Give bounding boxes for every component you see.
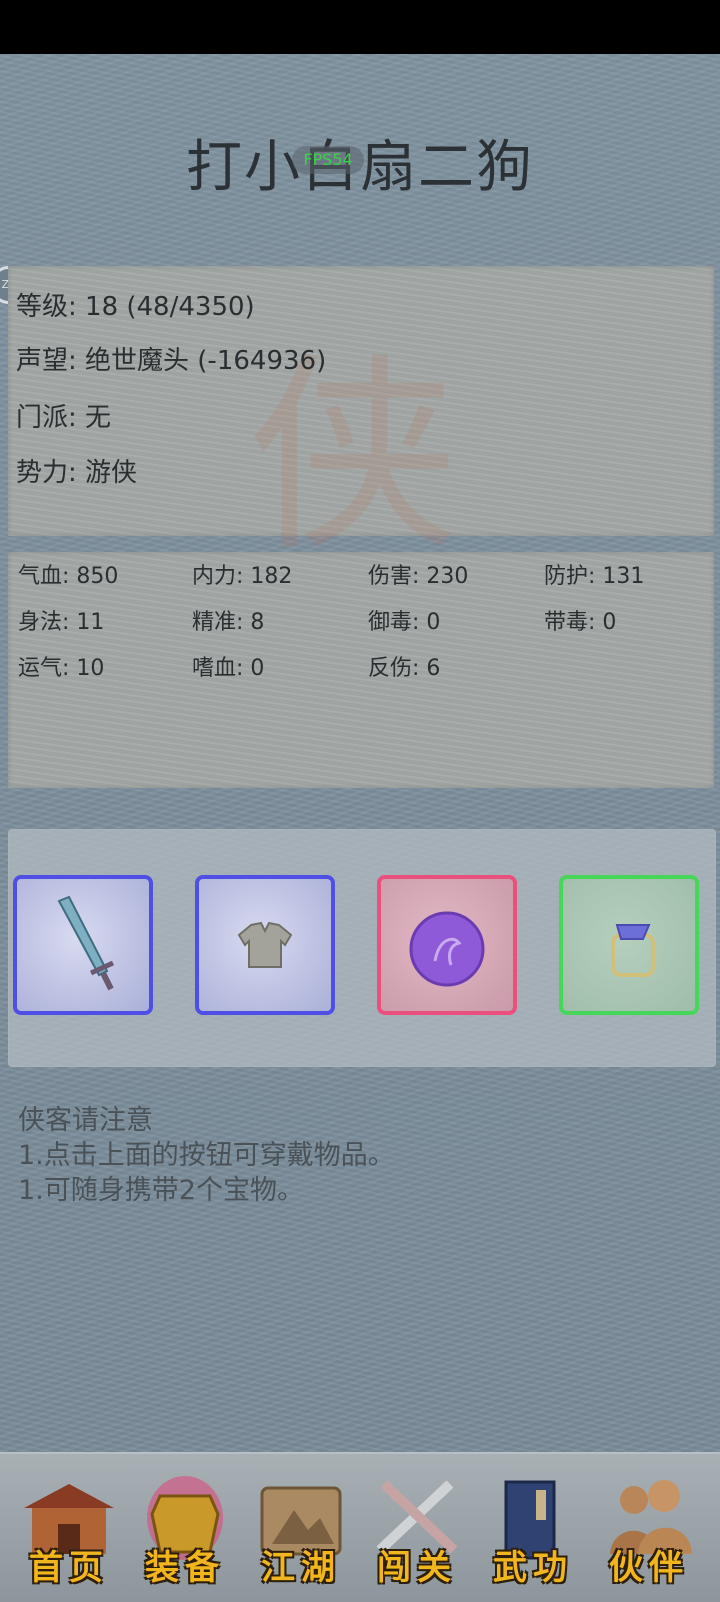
- notice-heading: 侠客请注意: [18, 1105, 153, 1136]
- nav-home[interactable]: 首页: [14, 1474, 124, 1592]
- reputation-text: 声望: 绝世魔头 (-164936): [16, 346, 327, 376]
- armor-icon: [237, 921, 293, 968]
- nav-jianghu[interactable]: 江湖: [246, 1474, 356, 1592]
- weapon-slot[interactable]: [13, 875, 153, 1015]
- nav-jianghu-label: 江湖: [261, 1548, 341, 1588]
- faction-text: 势力: 游侠: [16, 458, 138, 488]
- treasure-slot[interactable]: [377, 875, 517, 1015]
- nav-challenge[interactable]: 闯关: [362, 1474, 472, 1592]
- nav-martial-arts-label: 武功: [493, 1548, 573, 1588]
- nav-martial-arts[interactable]: 武功: [478, 1474, 588, 1592]
- nav-equipment-label: 装备: [145, 1548, 225, 1588]
- character-info-panel: 侠 等级: 18 (48/4350) 声望: 绝世魔头 (-164936) 门派…: [8, 266, 714, 579]
- stat-defense: 防护: 131: [544, 564, 645, 589]
- stat-agility: 身法: 11: [18, 610, 105, 635]
- sect-text: 门派: 无: [16, 403, 112, 433]
- armor-slot[interactable]: [195, 875, 335, 1015]
- nav-companions-label: 伙伴: [609, 1548, 689, 1588]
- stat-damage: 伤害: 230: [368, 564, 469, 589]
- stat-inner-power: 内力: 182: [192, 564, 293, 589]
- stat-poison: 带毒: 0: [544, 610, 617, 635]
- bottom-navigation: 首页 装备 江湖 闯关 武功 伙伴: [0, 1452, 720, 1602]
- status-bar: [0, 0, 720, 54]
- nav-challenge-label: 闯关: [377, 1548, 457, 1588]
- notice-line-2: 1.可随身携带2个宝物。: [18, 1175, 304, 1206]
- stat-accuracy: 精准: 8: [192, 610, 265, 635]
- notice-line-1: 1.点击上面的按钮可穿戴物品。: [18, 1140, 395, 1171]
- stat-luck: 运气: 10: [18, 656, 105, 681]
- equipment-panel: [8, 829, 716, 1067]
- nav-companions[interactable]: 伙伴: [594, 1474, 704, 1592]
- nav-equipment[interactable]: 装备: [130, 1474, 240, 1592]
- attributes-panel: 气血: 850 内力: 182 伤害: 230 防护: 131 身法: 11 精…: [8, 552, 714, 788]
- sword-icon: [57, 895, 115, 991]
- ring-icon: [611, 924, 655, 977]
- accessory-slot[interactable]: [559, 875, 699, 1015]
- stat-lifesteal: 嗜血: 0: [192, 656, 265, 681]
- fps-badge: FPS54: [292, 146, 364, 174]
- stat-hp: 气血: 850: [18, 564, 119, 589]
- level-text: 等级: 18 (48/4350): [16, 292, 255, 322]
- purple-orb-icon: [409, 911, 485, 987]
- stat-reflect: 反伤: 6: [368, 656, 441, 681]
- nav-home-label: 首页: [29, 1548, 109, 1588]
- stat-poison-resist: 御毒: 0: [368, 610, 441, 635]
